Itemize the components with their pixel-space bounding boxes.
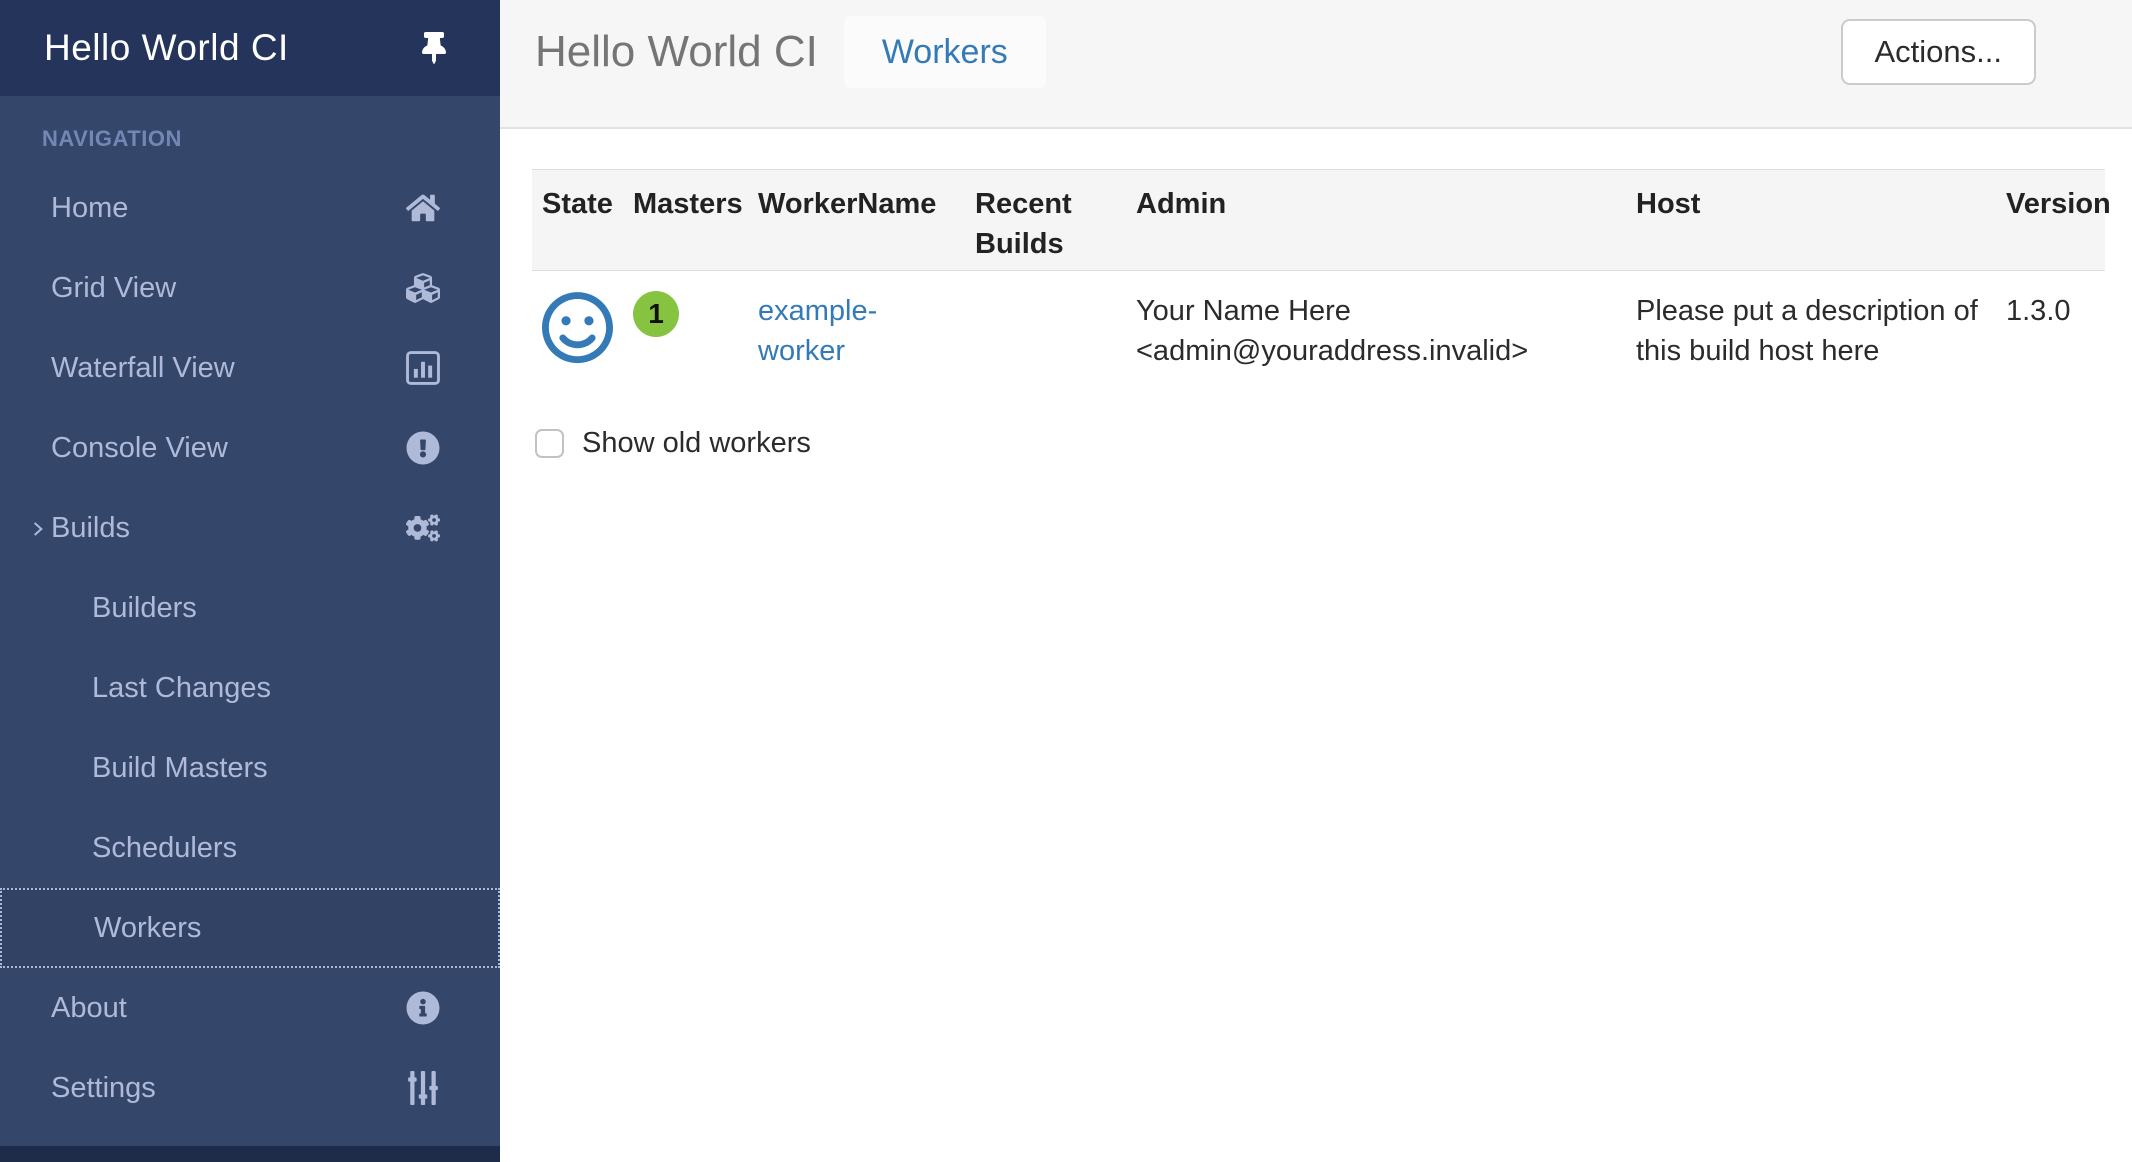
sidebar: Hello World CI NAVIGATION Home Grid View… — [0, 0, 500, 1162]
sidebar-item-waterfall-view[interactable]: Waterfall View — [0, 328, 500, 408]
workers-table: State Masters WorkerName Recent Builds A… — [532, 169, 2105, 395]
version-cell: 1.3.0 — [1996, 271, 2105, 396]
sidebar-item-schedulers[interactable]: Schedulers — [0, 808, 500, 888]
actions-button[interactable]: Actions... — [1841, 19, 2037, 85]
worker-link[interactable]: example-worker — [758, 295, 877, 367]
column-header-admin: Admin — [1126, 170, 1626, 271]
main-content: Hello World CI Workers Actions... State … — [500, 0, 2132, 1162]
workers-content: State Masters WorkerName Recent Builds A… — [500, 129, 2132, 460]
column-header-masters: Masters — [623, 170, 748, 271]
sidebar-item-label: Settings — [51, 1072, 406, 1105]
bar-chart-icon — [406, 351, 440, 385]
show-old-workers-checkbox[interactable] — [535, 429, 564, 458]
masters-count-badge: 1 — [633, 291, 679, 337]
sidebar-item-last-changes[interactable]: Last Changes — [0, 648, 500, 728]
sidebar-item-label: Workers — [94, 912, 438, 945]
cubes-icon — [406, 271, 440, 305]
chevron-right-icon — [30, 516, 46, 540]
tab-workers[interactable]: Workers — [844, 16, 1046, 88]
workername-cell: example-worker — [748, 271, 965, 396]
sidebar-item-label: Waterfall View — [51, 352, 406, 385]
show-old-workers-row: Show old workers — [535, 427, 2105, 460]
exclamation-circle-icon — [406, 431, 440, 465]
state-cell — [532, 271, 623, 396]
sidebar-item-label: Build Masters — [92, 752, 440, 785]
sidebar-item-workers[interactable]: Workers — [0, 888, 500, 968]
sidebar-item-label: Grid View — [51, 272, 406, 305]
sliders-icon — [406, 1071, 440, 1105]
sidebar-item-label: Schedulers — [92, 832, 440, 865]
sidebar-item-build-masters[interactable]: Build Masters — [0, 728, 500, 808]
page-header: Hello World CI Workers Actions... — [500, 0, 2132, 129]
sidebar-item-console-view[interactable]: Console View — [0, 408, 500, 488]
table-row: 1 example-worker Your Name Here <admin@y… — [532, 271, 2105, 396]
cogs-icon — [406, 511, 440, 545]
nav-section-label: NAVIGATION — [0, 96, 500, 168]
sidebar-item-label: Home — [51, 192, 406, 225]
sidebar-item-builders[interactable]: Builders — [0, 568, 500, 648]
column-header-recent-builds: Recent Builds — [965, 170, 1126, 271]
sidebar-item-label: Last Changes — [92, 672, 440, 705]
sidebar-item-label: Builds — [51, 512, 406, 545]
home-icon — [406, 191, 440, 225]
sidebar-item-settings[interactable]: Settings — [0, 1048, 500, 1128]
info-circle-icon — [406, 991, 440, 1025]
smile-icon — [542, 339, 613, 371]
thumbtack-icon[interactable] — [418, 32, 450, 64]
show-old-workers-label: Show old workers — [582, 427, 811, 460]
host-cell: Please put a description of this build h… — [1626, 271, 1996, 396]
table-header-row: State Masters WorkerName Recent Builds A… — [532, 170, 2105, 271]
sidebar-footer — [0, 1146, 500, 1162]
sidebar-item-about[interactable]: About — [0, 968, 500, 1048]
column-header-version: Version — [1996, 170, 2105, 271]
sidebar-item-home[interactable]: Home — [0, 168, 500, 248]
column-header-state: State — [532, 170, 623, 271]
sidebar-item-label: Builders — [92, 592, 440, 625]
recent-builds-cell — [965, 271, 1126, 396]
sidebar-item-label: About — [51, 992, 406, 1025]
masters-cell: 1 — [623, 271, 748, 396]
sidebar-header: Hello World CI — [0, 0, 500, 96]
sidebar-item-grid-view[interactable]: Grid View — [0, 248, 500, 328]
column-header-host: Host — [1626, 170, 1996, 271]
sidebar-item-label: Console View — [51, 432, 406, 465]
brand-title: Hello World CI — [44, 27, 289, 69]
sidebar-item-builds[interactable]: Builds — [0, 488, 500, 568]
page-title: Hello World CI — [535, 27, 818, 77]
column-header-workername: WorkerName — [748, 170, 965, 271]
admin-cell: Your Name Here <admin@youraddress.invali… — [1126, 271, 1626, 396]
